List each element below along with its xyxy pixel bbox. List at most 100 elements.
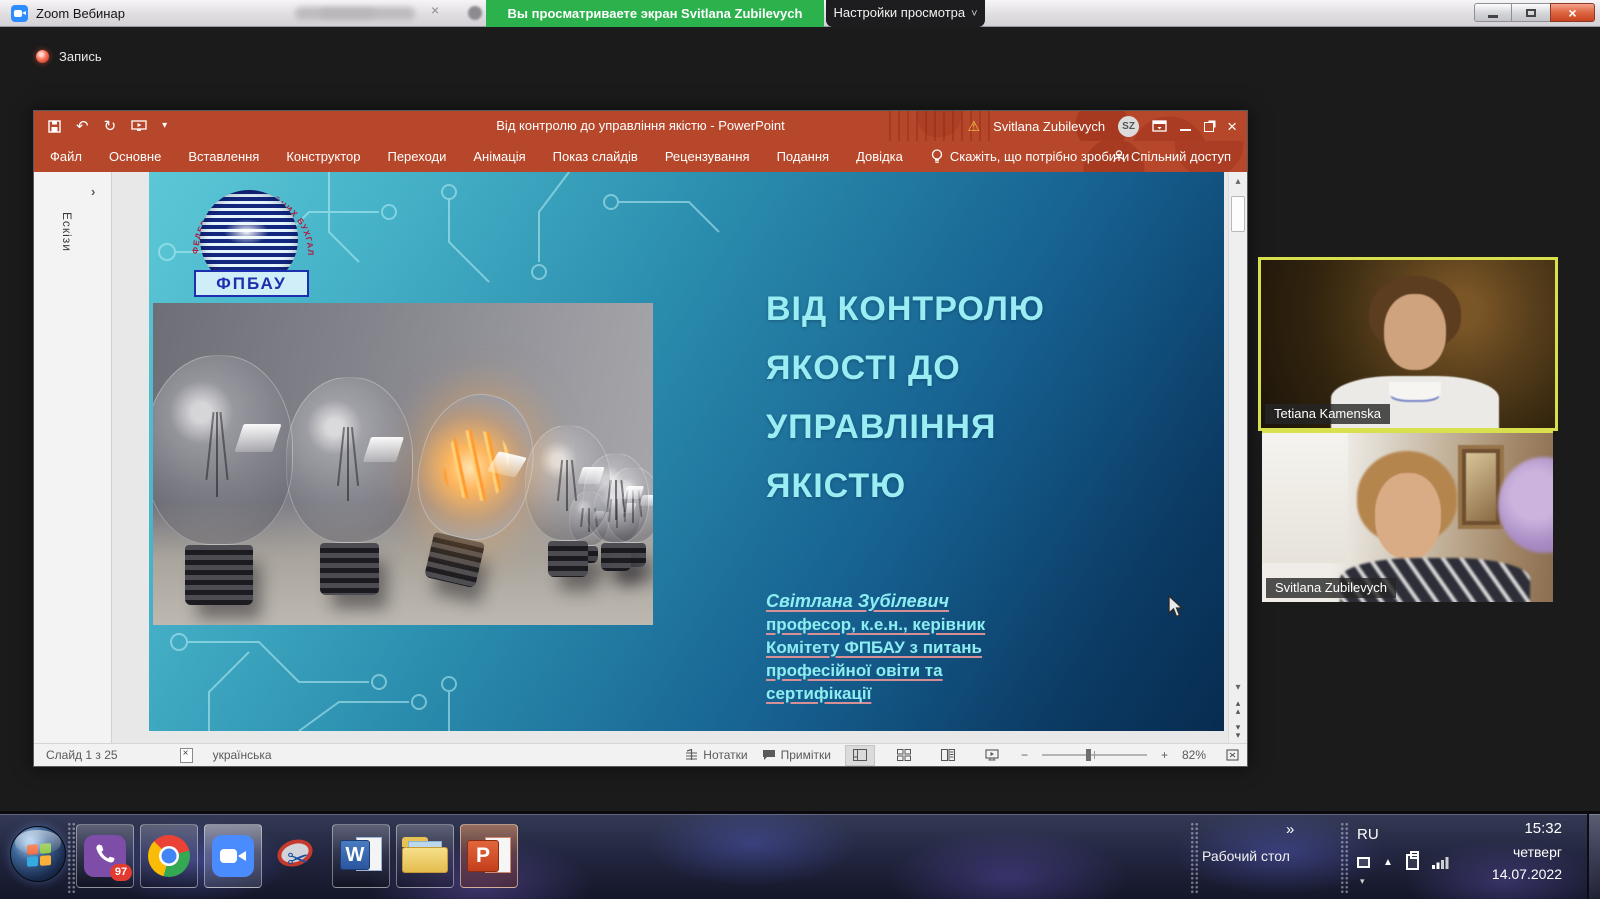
zoom-in-button[interactable]: +: [1161, 748, 1168, 762]
taskbar-button-powerpoint[interactable]: P: [460, 824, 518, 888]
tab-review[interactable]: Рецензування: [665, 149, 750, 164]
previous-slide-button[interactable]: ▴▴: [1229, 699, 1247, 715]
tray-caret-down[interactable]: ▾: [1360, 876, 1365, 887]
taskbar-button-chrome[interactable]: [140, 824, 198, 888]
ppt-titlebar: ↶ ↻ ▾ Від контролю до управління якістю …: [34, 111, 1247, 141]
viber-icon: 97: [84, 835, 126, 877]
view-settings-button[interactable]: Настройки просмотра˅: [826, 0, 985, 27]
video-tile-tetiana[interactable]: Tetiana Kamenska: [1258, 257, 1558, 431]
share-button[interactable]: Спільний доступ: [1113, 149, 1231, 164]
window-maximize-button[interactable]: [1512, 3, 1550, 22]
recording-label: Запись: [59, 49, 102, 64]
fpbau-logo: ФЕДЕРАЦІЯ ПРОФЕСІЙНИХ БУХГАЛТЕРІВ І АУДИ…: [194, 190, 312, 306]
taskbar-button-snipping-tool[interactable]: ✂: [268, 824, 326, 888]
taskbar-button-explorer[interactable]: [396, 824, 454, 888]
tab-animations[interactable]: Анімація: [473, 149, 525, 164]
video-tile-svitlana[interactable]: Svitlana Zubilevych: [1262, 431, 1553, 602]
zoom-slider[interactable]: [1042, 754, 1147, 756]
ppt-restore-button[interactable]: [1204, 122, 1214, 132]
language-switcher[interactable]: RU: [1357, 826, 1379, 843]
tray-show-hidden-icons[interactable]: ▲: [1383, 857, 1393, 868]
fit-slide-to-window-icon[interactable]: [1226, 749, 1239, 761]
tab-help[interactable]: Довідка: [856, 149, 903, 164]
start-button[interactable]: [10, 826, 66, 882]
slide-title[interactable]: ВІД КОНТРОЛЮ ЯКОСТІ ДО УПРАВЛІННЯ ЯКІСТЮ: [766, 280, 1206, 516]
tab-transitions[interactable]: Переходи: [387, 149, 446, 164]
taskbar-button-word[interactable]: W: [332, 824, 390, 888]
chevron-right-icon[interactable]: ›: [91, 184, 95, 199]
vertical-scrollbar[interactable]: ▴ ▾ ▴▴ ▾▾: [1228, 172, 1247, 745]
tray-overflow-button[interactable]: »: [1286, 821, 1294, 838]
slide-canvas[interactable]: ФЕДЕРАЦІЯ ПРОФЕСІЙНИХ БУХГАЛТЕРІВ І АУДИ…: [149, 172, 1224, 731]
zoom-app-icon: [11, 5, 28, 22]
scrollbar-thumb[interactable]: [1231, 196, 1245, 232]
zoom-titlebar: Zoom Вебинар × Вы просматриваете экран S…: [0, 0, 1600, 27]
chrome-icon: [148, 835, 190, 877]
screen-share-banner: Вы просматриваете экран Svitlana Zubilev…: [486, 0, 824, 27]
normal-view-button[interactable]: [845, 745, 875, 766]
tab-insert[interactable]: Вставлення: [188, 149, 259, 164]
redo-icon[interactable]: ↻: [104, 119, 117, 134]
recording-indicator: Запись: [36, 49, 102, 64]
language-indicator[interactable]: українська: [213, 748, 272, 762]
viber-badge: 97: [110, 864, 132, 881]
slide-sorter-view-button[interactable]: [889, 745, 919, 766]
start-slideshow-icon[interactable]: [131, 120, 147, 132]
scroll-down-icon[interactable]: ▾: [1229, 682, 1247, 693]
show-desktop-button[interactable]: [1587, 814, 1600, 899]
tab-view[interactable]: Подання: [777, 149, 830, 164]
network-signal-icon[interactable]: [1432, 855, 1451, 869]
taskbar-button-zoom[interactable]: [204, 824, 262, 888]
powerpoint-icon: P: [467, 835, 511, 877]
window-minimize-button[interactable]: [1474, 3, 1512, 22]
taskbar-button-viber[interactable]: 97: [76, 824, 134, 888]
tab-file[interactable]: Файл: [50, 149, 82, 164]
comments-button[interactable]: Примітки: [762, 748, 831, 762]
undo-icon[interactable]: ↶: [76, 119, 89, 134]
tab-slideshow[interactable]: Показ слайдів: [553, 149, 638, 164]
zoom-window-title: Zoom Вебинар: [36, 0, 125, 27]
save-icon[interactable]: [48, 120, 61, 133]
reading-view-button[interactable]: [933, 745, 963, 766]
tray-window-icon[interactable]: [1357, 857, 1370, 868]
customize-qat-icon[interactable]: ▾: [162, 121, 167, 131]
tab-design[interactable]: Конструктор: [286, 149, 360, 164]
thumbnails-panel[interactable]: › Ескізи: [34, 172, 112, 745]
tell-me-box[interactable]: Скажіть, що потрібно зробити: [931, 149, 1129, 164]
taskbar-grip: [1190, 822, 1199, 894]
notes-icon: [685, 749, 698, 761]
ppt-minimize-button[interactable]: [1180, 129, 1191, 131]
zoom-icon: [212, 835, 254, 877]
background-window: [1262, 433, 1348, 563]
notes-button[interactable]: Нотатки: [685, 748, 747, 762]
participant-face: [1375, 473, 1441, 559]
tab-home[interactable]: Основне: [109, 149, 161, 164]
ribbon-display-options-icon[interactable]: [1152, 120, 1167, 132]
account-name[interactable]: Svitlana Zubilevych: [993, 119, 1105, 134]
participant-name-label: Svitlana Zubilevych: [1266, 578, 1396, 598]
background-picture-frame: [1458, 445, 1504, 529]
slide-counter[interactable]: Слайд 1 з 25: [46, 748, 118, 762]
light-bulb: [153, 355, 293, 605]
light-bulb: [286, 377, 413, 595]
tab-close-icon[interactable]: ×: [431, 2, 439, 18]
scroll-up-icon[interactable]: ▴: [1229, 176, 1247, 187]
slideshow-view-button[interactable]: [977, 745, 1007, 766]
taskbar-grip: [67, 822, 76, 894]
comment-icon: [762, 749, 776, 761]
ppt-ribbon-tabs: Файл Основне Вставлення Конструктор Пере…: [34, 141, 1247, 172]
spellcheck-icon[interactable]: [180, 748, 193, 763]
slide-author-block[interactable]: Світлана Зубілевич професор, к.е.н., кер…: [766, 590, 1156, 705]
zoom-out-button[interactable]: −: [1021, 748, 1028, 762]
zoom-slider-thumb[interactable]: [1086, 749, 1091, 761]
account-avatar[interactable]: SZ: [1118, 116, 1139, 137]
zoom-percentage[interactable]: 82%: [1182, 748, 1212, 762]
participant-collar: [1389, 382, 1441, 400]
tray-clock[interactable]: 15:32 четверг 14.07.2022: [1462, 820, 1562, 882]
tray-power-icon[interactable]: [1406, 854, 1419, 870]
background-flower: [1498, 457, 1553, 553]
desktop-toolbar-label[interactable]: Рабочий стол: [1202, 848, 1290, 864]
ppt-close-button[interactable]: ×: [1227, 118, 1237, 135]
next-slide-button[interactable]: ▾▾: [1229, 723, 1247, 739]
window-close-button[interactable]: ×: [1550, 3, 1595, 22]
